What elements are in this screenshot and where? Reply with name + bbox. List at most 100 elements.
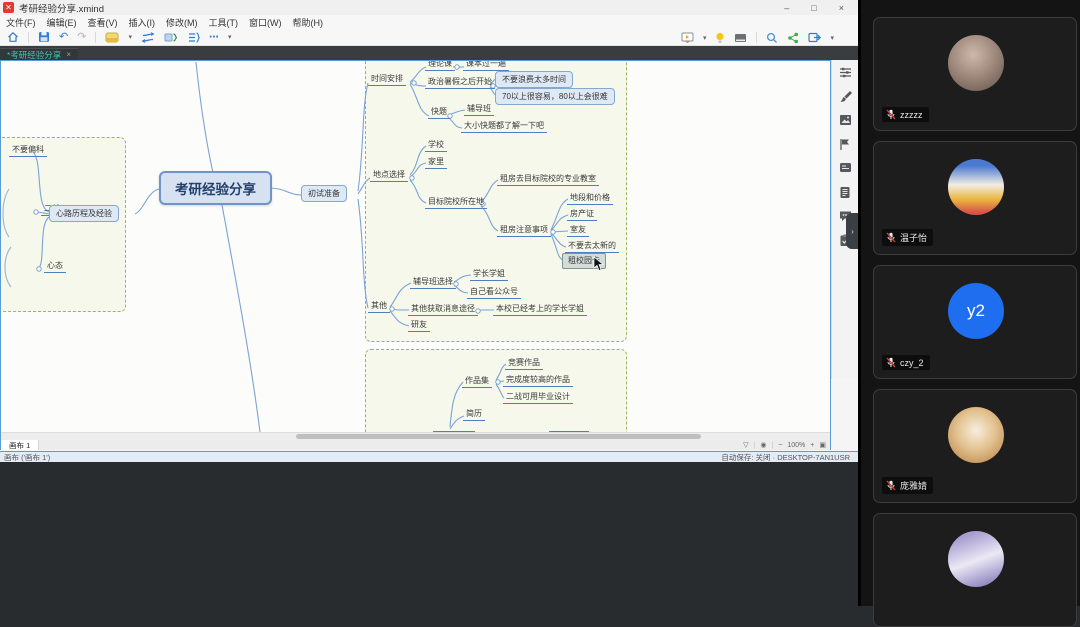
clipped-topic[interactable] <box>433 425 475 432</box>
mindmap-topic[interactable]: 自己看公众号 <box>467 286 521 299</box>
marker-flag-icon[interactable] <box>839 138 851 151</box>
search-icon[interactable] <box>766 32 778 44</box>
mindmap-topic[interactable]: 其他获取消息途径 <box>408 303 478 316</box>
mindmap-topic[interactable]: 政治暑假之后开始 <box>425 76 495 89</box>
image-icon[interactable] <box>839 114 852 126</box>
mindmap-topic[interactable]: 竞赛作品 <box>505 357 543 370</box>
clipped-topic[interactable] <box>549 425 589 432</box>
mindmap-topic[interactable]: 地段和价格 <box>567 192 613 205</box>
mindmap-topic[interactable]: 理论课 <box>425 61 455 71</box>
zoom-out-button[interactable]: − <box>778 442 782 449</box>
mindmap-topic[interactable]: 目标院校所在地 <box>425 196 487 209</box>
mindmap-topic[interactable]: 租房注意事项 <box>497 224 551 237</box>
more-dropdown-icon[interactable]: ▾ <box>228 33 232 41</box>
mindmap-topic[interactable]: 完成度较高的作品 <box>503 374 573 387</box>
fit-screen-button[interactable]: ▣ <box>819 441 826 449</box>
filter-icon[interactable]: ▽ <box>743 441 748 449</box>
presentation-dropdown-icon[interactable]: ▾ <box>703 34 707 42</box>
relationship-button[interactable] <box>141 31 155 43</box>
save-button[interactable] <box>38 31 50 43</box>
document-tab-label: *考研经验分享 <box>7 49 62 60</box>
mindmap-topic[interactable]: 研友 <box>408 319 430 332</box>
mindmap-topic[interactable]: 课本过一遍 <box>463 61 509 71</box>
panel-toggle-button[interactable] <box>734 33 747 43</box>
mindmap-topic[interactable]: 学校 <box>425 139 447 152</box>
share-button[interactable] <box>787 32 799 44</box>
presentation-button[interactable] <box>681 32 694 43</box>
lightbulb-button[interactable] <box>715 32 725 44</box>
minimize-button[interactable]: – <box>784 3 789 13</box>
mindmap-topic[interactable]: 二战可用毕业设计 <box>503 391 573 404</box>
more-tools-button[interactable]: ⋯ <box>209 32 219 43</box>
avatar <box>948 407 1004 463</box>
mindmap-topic[interactable]: 其他 <box>368 300 390 313</box>
mic-muted-icon <box>886 480 896 491</box>
preview-eye-icon[interactable]: ◉ <box>760 441 766 449</box>
notes-icon[interactable] <box>839 186 851 199</box>
mindmap-topic[interactable]: 不要去太新的 <box>565 240 619 253</box>
participant-tile[interactable]: zzzzz <box>873 17 1077 131</box>
participant-name-chip: czy_2 <box>882 355 930 370</box>
participant-tile[interactable]: 温子怡 <box>873 141 1077 255</box>
maximize-button[interactable]: □ <box>811 3 816 13</box>
mindmap-topic[interactable]: 70以上很容易，80以上会很难 <box>495 88 615 105</box>
zoom-in-button[interactable]: + <box>810 442 814 449</box>
mindmap-topic[interactable]: 作品集 <box>462 375 492 388</box>
mindmap-topic[interactable]: 辅导班选择 <box>410 276 456 289</box>
boundary-button[interactable] <box>187 31 200 43</box>
mindmap-topic[interactable]: 心态 <box>44 260 66 273</box>
participant-name: 庞雅婧 <box>900 481 928 491</box>
scrollbar-thumb[interactable] <box>296 434 701 439</box>
mindmap-topic[interactable]: 初试准备 <box>301 185 347 202</box>
participant-name-chip: 庞雅婧 <box>882 477 934 494</box>
mindmap-topic[interactable]: 本校已经考上的学长学姐 <box>493 303 587 316</box>
mindmap-topic[interactable]: 快题 <box>428 106 450 119</box>
undo-button[interactable]: ↶ <box>59 31 68 43</box>
mindmap-topic[interactable]: 时间安排 <box>368 73 406 86</box>
mindmap-topic[interactable]: 房产证 <box>567 208 597 221</box>
close-button[interactable]: × <box>839 3 844 13</box>
mindmap-topic[interactable]: 辅导班 <box>464 103 494 116</box>
mic-muted-icon <box>886 357 896 368</box>
central-topic[interactable]: 考研经验分享 <box>159 171 272 205</box>
marker-dropdown-icon[interactable]: ▾ <box>128 33 132 41</box>
participant-tile[interactable]: 庞雅婧 <box>873 389 1077 503</box>
divider <box>756 32 758 43</box>
menu-modify[interactable]: 修改(M) <box>166 16 198 29</box>
mindmap-topic[interactable]: 租房去目标院校的专业教室 <box>497 173 599 186</box>
mindmap-topic[interactable]: 简历 <box>463 408 485 421</box>
participant-tile[interactable] <box>873 513 1077 627</box>
document-tab[interactable]: *考研经验分享 × <box>0 48 78 60</box>
menu-file[interactable]: 文件(F) <box>6 16 36 29</box>
tab-close-icon[interactable]: × <box>66 50 71 59</box>
mindmap-canvas[interactable]: 不要偏科 二战 心态 心路历程及经验 考研经验分享 初试准备 理论课 课本过一遍… <box>1 61 830 432</box>
menu-window[interactable]: 窗口(W) <box>249 16 282 29</box>
menu-view[interactable]: 查看(V) <box>88 16 118 29</box>
menu-help[interactable]: 帮助(H) <box>293 16 324 29</box>
mindmap-topic[interactable]: 不要浪费太多时间 <box>495 71 573 88</box>
summary-button[interactable] <box>164 32 178 43</box>
style-brush-icon[interactable] <box>839 90 852 103</box>
menu-edit[interactable]: 编辑(E) <box>47 16 77 29</box>
horizontal-scrollbar[interactable] <box>1 432 830 440</box>
participant-tile[interactable]: y2 czy_2 <box>873 265 1077 379</box>
mindmap-topic[interactable]: 不要偏科 <box>9 144 47 157</box>
mic-muted-icon <box>886 232 896 243</box>
mindmap-topic[interactable]: 学长学姐 <box>470 268 508 281</box>
mindmap-topic[interactable]: 室友 <box>567 224 589 237</box>
sticker-label-icon[interactable] <box>839 162 852 173</box>
menu-tools[interactable]: 工具(T) <box>209 16 239 29</box>
home-button[interactable] <box>7 31 19 43</box>
mindmap-topic[interactable]: 心路历程及经验 <box>49 205 119 222</box>
mindmap-topic[interactable]: 地点选择 <box>370 169 408 182</box>
export-button[interactable] <box>808 32 822 43</box>
zoom-level[interactable]: 100% <box>787 442 805 449</box>
sheet-tab[interactable]: 画布 1 <box>1 440 40 450</box>
mindmap-topic[interactable]: 家里 <box>425 156 447 169</box>
mindmap-topic[interactable]: 大小快题都了解一下吧 <box>461 120 547 133</box>
format-icon[interactable] <box>839 66 852 79</box>
menu-insert[interactable]: 插入(I) <box>129 16 156 29</box>
redo-button[interactable]: ↷ <box>77 31 86 43</box>
marker-button[interactable] <box>105 32 119 43</box>
export-dropdown-icon[interactable]: ▾ <box>830 34 834 42</box>
